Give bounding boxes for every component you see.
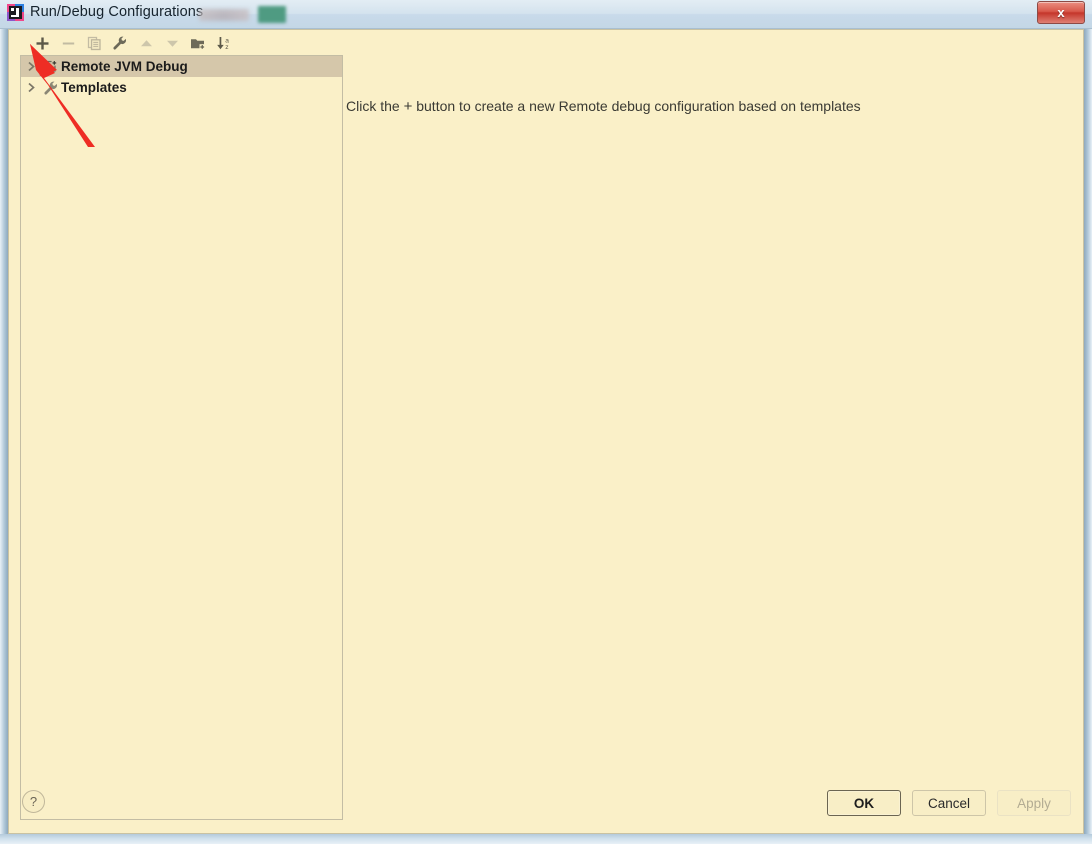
tree-item-templates[interactable]: Templates bbox=[21, 77, 342, 98]
empty-state-hint: Click the + button to create a new Remot… bbox=[346, 98, 861, 115]
hint-plus-icon: + bbox=[403, 98, 413, 115]
window-frame-left bbox=[0, 0, 8, 844]
svg-text:z: z bbox=[225, 44, 228, 51]
copy-icon bbox=[87, 36, 102, 51]
edit-templates-button[interactable] bbox=[109, 33, 131, 53]
window-frame-right bbox=[1084, 0, 1092, 844]
intellij-idea-icon bbox=[7, 4, 24, 21]
configurations-tree[interactable]: Remote JVM Debug Templates bbox=[20, 55, 343, 820]
chevron-right-icon[interactable] bbox=[21, 61, 41, 72]
close-button[interactable]: x bbox=[1037, 1, 1085, 24]
close-icon: x bbox=[1057, 5, 1065, 20]
tree-item-label: Templates bbox=[61, 80, 127, 95]
arrow-down-icon bbox=[165, 36, 180, 51]
help-button[interactable]: ? bbox=[22, 790, 45, 813]
hint-suffix: button to create a new Remote debug conf… bbox=[416, 98, 861, 114]
dialog-content: a z Remote JVM Debug Templates Click the… bbox=[8, 29, 1084, 834]
chevron-right-icon[interactable] bbox=[21, 82, 41, 93]
move-up-button bbox=[135, 33, 157, 53]
hint-prefix: Click the bbox=[346, 98, 400, 114]
wrench-icon bbox=[112, 35, 128, 51]
remove-configuration-button bbox=[57, 33, 79, 53]
remote-debug-icon bbox=[41, 59, 60, 74]
configurations-toolbar: a z bbox=[9, 30, 1083, 55]
dialog-window: Run/Debug Configurations x a z Remote JV… bbox=[0, 0, 1092, 844]
window-frame-bottom bbox=[0, 834, 1092, 844]
move-down-button bbox=[161, 33, 183, 53]
question-mark-icon: ? bbox=[29, 794, 38, 809]
apply-button: Apply bbox=[997, 790, 1071, 816]
ok-button[interactable]: OK bbox=[827, 790, 901, 816]
minus-icon bbox=[61, 36, 76, 51]
redacted-project-name bbox=[199, 9, 249, 21]
redacted-badge bbox=[258, 6, 286, 23]
tree-item-remote-jvm-debug[interactable]: Remote JVM Debug bbox=[21, 56, 342, 77]
sort-configurations-button[interactable]: a z bbox=[213, 33, 235, 53]
sort-az-icon: a z bbox=[216, 35, 233, 51]
tree-item-label: Remote JVM Debug bbox=[61, 59, 188, 74]
window-title: Run/Debug Configurations bbox=[30, 4, 204, 20]
wrench-icon bbox=[41, 80, 60, 96]
plus-icon bbox=[35, 36, 50, 51]
apply-button-label: Apply bbox=[1017, 795, 1051, 811]
titlebar: Run/Debug Configurations x bbox=[0, 0, 1092, 29]
cancel-button-label: Cancel bbox=[927, 795, 971, 811]
create-folder-button[interactable] bbox=[187, 33, 209, 53]
ok-button-label: OK bbox=[853, 795, 875, 811]
folder-add-icon bbox=[190, 36, 206, 51]
cancel-button[interactable]: Cancel bbox=[912, 790, 986, 816]
add-configuration-button[interactable] bbox=[31, 33, 53, 53]
arrow-up-icon bbox=[139, 36, 154, 51]
copy-configuration-button bbox=[83, 33, 105, 53]
